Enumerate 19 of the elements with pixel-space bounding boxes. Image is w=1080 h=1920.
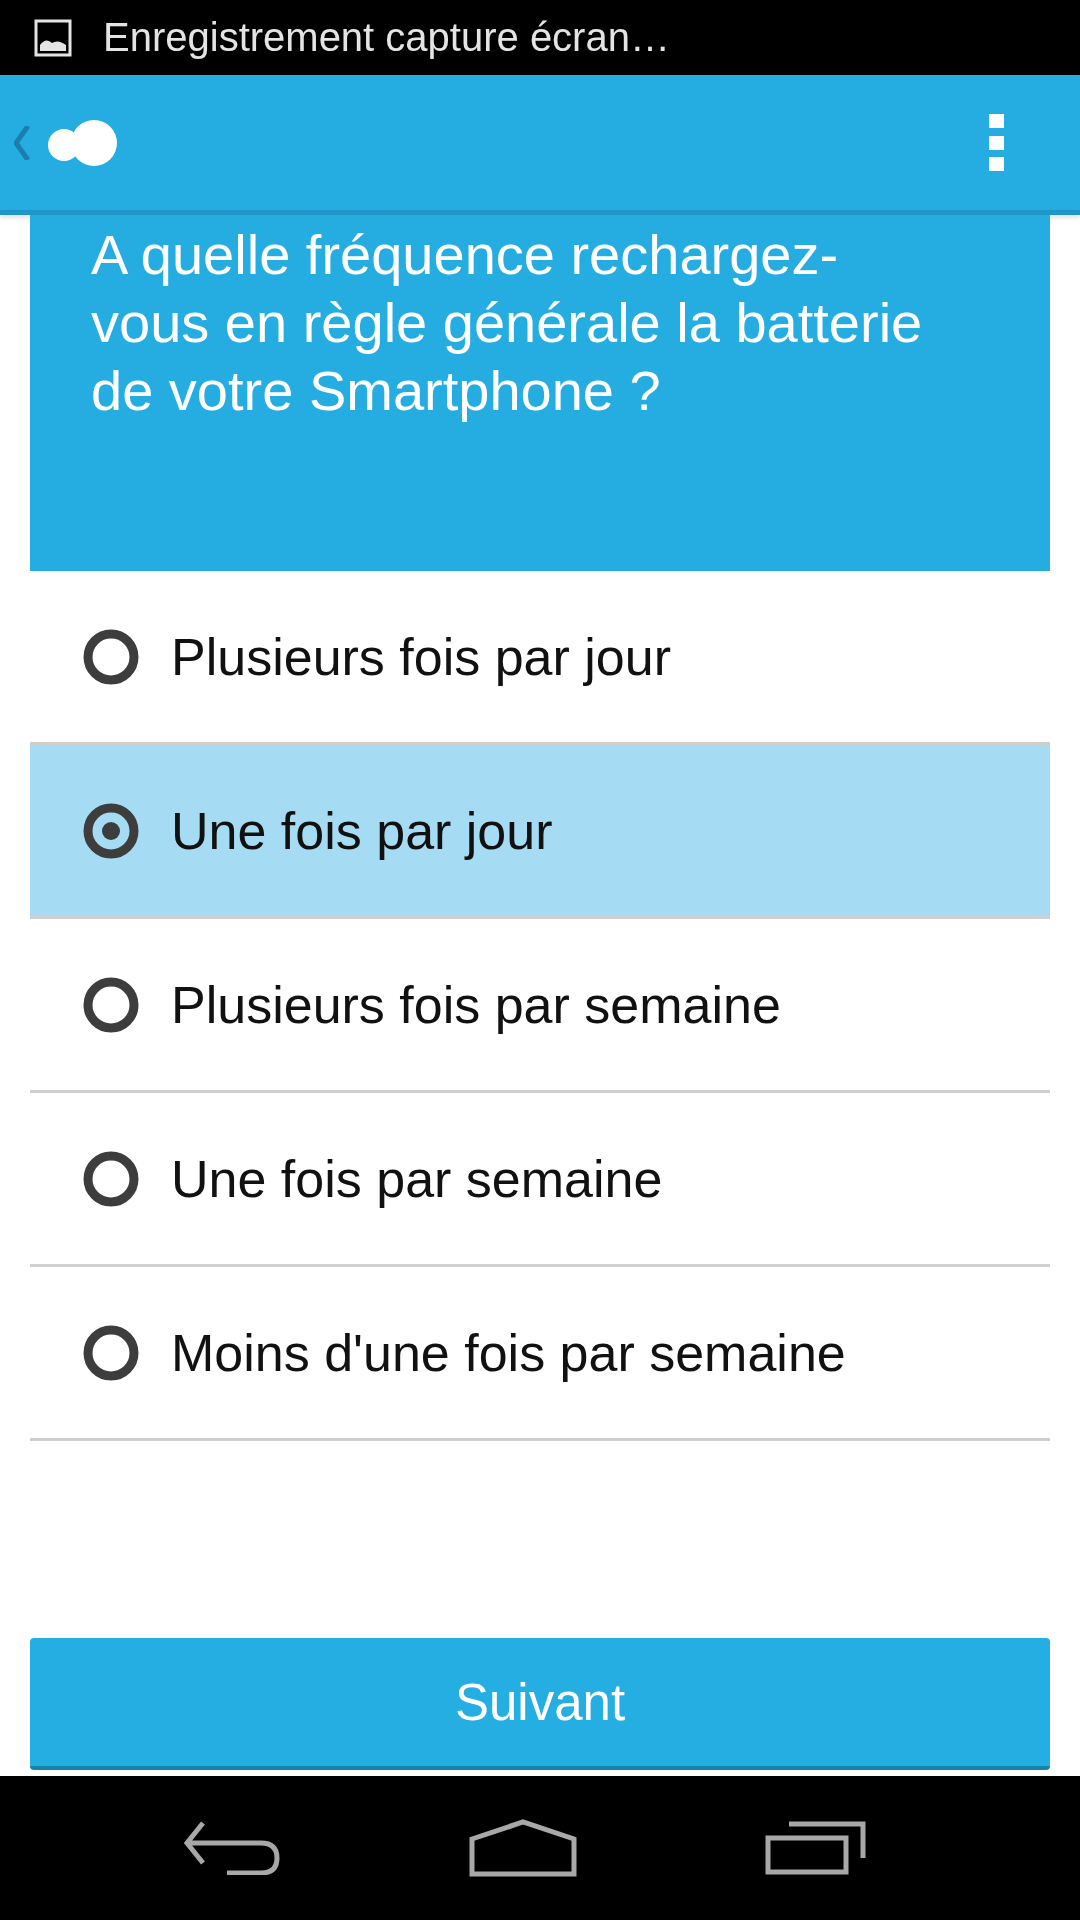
option-label: Plusieurs fois par semaine [171, 974, 781, 1035]
option-label: Une fois par semaine [171, 1148, 663, 1209]
question-text: A quelle fréquence rechargez-vous en règle générale la batterie de votre Smartphone ? [91, 222, 924, 424]
option-label: Plusieurs fois par jour [171, 626, 671, 687]
radio-icon[interactable] [83, 1150, 139, 1207]
option-label: Une fois par jour [171, 800, 553, 861]
radio-icon[interactable] [83, 976, 139, 1033]
notification-text: Enregistrement capture écran… [103, 15, 670, 60]
recent-apps-icon[interactable] [765, 1821, 867, 1875]
image-icon [34, 18, 72, 57]
home-icon[interactable] [469, 1819, 577, 1877]
back-icon[interactable] [183, 1821, 281, 1875]
answer-option[interactable]: Une fois par jour [30, 745, 1050, 919]
cloud-logo-icon [46, 118, 118, 167]
option-label: Moins d'une fois par semaine [171, 1322, 846, 1383]
radio-icon[interactable] [83, 1324, 139, 1381]
radio-checked-icon[interactable] [83, 802, 139, 859]
overflow-menu-icon[interactable] [989, 114, 1004, 171]
radio-icon[interactable] [83, 628, 139, 685]
